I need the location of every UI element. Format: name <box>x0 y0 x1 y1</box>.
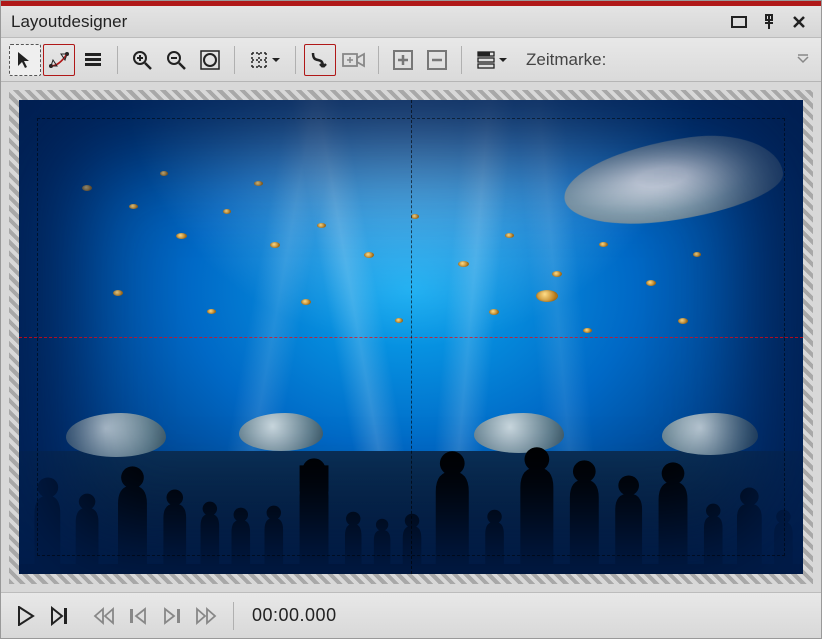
camera-button[interactable] <box>338 44 370 76</box>
chevron-down-icon <box>271 55 281 65</box>
fish <box>411 214 419 219</box>
step-icon <box>50 606 70 626</box>
titlebar: Layoutdesigner <box>1 6 821 38</box>
fast-forward-icon <box>195 607 217 625</box>
preview-stage <box>19 100 803 574</box>
fish <box>583 328 592 333</box>
toolbar-separator <box>461 46 462 74</box>
fish <box>223 209 231 214</box>
fish <box>536 290 558 302</box>
fish <box>678 318 688 324</box>
rewind-icon <box>93 607 115 625</box>
fish <box>113 290 123 296</box>
prev-key-icon <box>128 607 148 625</box>
toolbar-separator <box>234 46 235 74</box>
close-icon <box>792 15 806 29</box>
stack-list-button[interactable] <box>77 44 109 76</box>
timemarker-label: Zeitmarke: <box>526 50 606 70</box>
toolbar-overflow-button[interactable] <box>793 44 813 76</box>
layers-menu-button[interactable] <box>470 44 514 76</box>
zoom-in-icon <box>131 49 153 71</box>
play-button[interactable] <box>11 601 41 631</box>
zoom-out-button[interactable] <box>160 44 192 76</box>
maximize-icon <box>731 15 747 29</box>
fish <box>552 271 562 277</box>
fish <box>505 233 514 238</box>
timecode-display: 00:00.000 <box>252 605 337 626</box>
fish <box>364 252 374 258</box>
camera-icon <box>342 51 366 69</box>
toolbar-separator <box>378 46 379 74</box>
box-minus-button[interactable] <box>421 44 453 76</box>
zoom-fit-icon <box>199 49 221 71</box>
stack-list-icon <box>83 51 103 69</box>
prev-key-button[interactable] <box>123 601 153 631</box>
chevron-down-icon <box>498 55 508 65</box>
pin-button[interactable] <box>757 10 781 34</box>
window-title: Layoutdesigner <box>11 12 721 32</box>
fish <box>254 181 263 186</box>
keyframe-curve-button[interactable] <box>43 44 75 76</box>
select-arrow-icon <box>15 50 35 70</box>
zoom-out-icon <box>165 49 187 71</box>
close-button[interactable] <box>787 10 811 34</box>
canvas-hatch-border <box>9 90 813 584</box>
fish <box>176 233 187 239</box>
layout-designer-window: Layoutdesigner <box>0 0 822 639</box>
toolbar-separator <box>117 46 118 74</box>
box-minus-icon <box>426 49 448 71</box>
center-guide-vertical <box>411 100 412 574</box>
fish <box>207 309 216 314</box>
menu-caret-icon <box>797 54 809 66</box>
select-tool-button[interactable] <box>9 44 41 76</box>
zoom-fit-button[interactable] <box>194 44 226 76</box>
keyframe-bezier-icon <box>48 50 70 70</box>
layers-menu-icon <box>476 50 496 70</box>
play-icon <box>17 606 35 626</box>
playbar-separator <box>233 602 234 630</box>
box-plus-button[interactable] <box>387 44 419 76</box>
box-plus-icon <box>392 49 414 71</box>
path-curve-icon <box>309 49 331 71</box>
zoom-in-button[interactable] <box>126 44 158 76</box>
fish <box>693 252 701 257</box>
motion-path-button[interactable] <box>304 44 336 76</box>
rewind-button[interactable] <box>89 601 119 631</box>
playback-bar: 00:00.000 <box>1 592 821 638</box>
fast-forward-button[interactable] <box>191 601 221 631</box>
next-key-icon <box>162 607 182 625</box>
toolbar-separator <box>295 46 296 74</box>
pin-icon <box>762 14 776 30</box>
grid-dropdown-button[interactable] <box>243 44 287 76</box>
grid-icon <box>249 50 269 70</box>
canvas-area <box>1 82 821 592</box>
fish <box>489 309 499 315</box>
step-forward-button[interactable] <box>45 601 75 631</box>
maximize-button[interactable] <box>727 10 751 34</box>
next-key-button[interactable] <box>157 601 187 631</box>
main-toolbar: Zeitmarke: <box>1 38 821 82</box>
canvas-background[interactable] <box>19 100 803 574</box>
